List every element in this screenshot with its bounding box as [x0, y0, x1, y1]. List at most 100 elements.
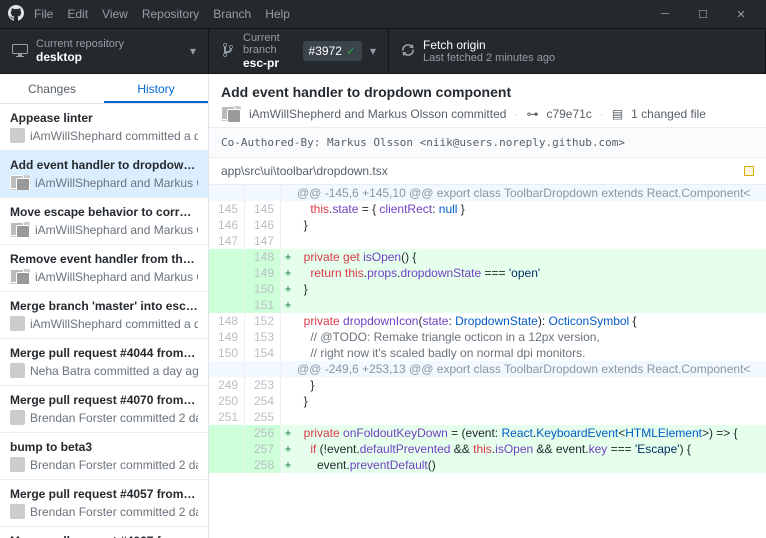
fetch-label: Fetch origin	[423, 38, 555, 52]
diff-line: 150+ }	[209, 281, 766, 297]
diff-line: @@ -145,6 +145,10 @@ export class Toolba…	[209, 185, 766, 201]
commit-item-meta: Brendan Forster committed 2 days ago	[10, 410, 198, 425]
diff-line: 148152 private dropdownIcon(state: Dropd…	[209, 313, 766, 329]
menu-edit[interactable]: Edit	[67, 7, 88, 21]
close-button[interactable]: ✕	[724, 8, 758, 21]
sync-icon	[401, 42, 415, 61]
diff-icon: ▤	[612, 107, 623, 121]
commit-item-meta: iAmWillShephard and Markus Olsson co…	[10, 175, 198, 190]
diff-line: 145145 this.state = { clientRect: null }	[209, 201, 766, 217]
pr-badge: #3972 ✓	[303, 41, 362, 61]
tab-changes[interactable]: Changes	[0, 74, 104, 103]
commit-item-title: bump to beta3	[10, 440, 198, 454]
commit-item-title: Merge pull request #4057 from desktop/…	[10, 487, 198, 501]
commit-item-meta: Brendan Forster committed 2 days ago	[10, 457, 198, 472]
commit-item[interactable]: Appease linter iAmWillShephard committed …	[0, 104, 208, 151]
maximize-button[interactable]: ☐	[686, 8, 720, 21]
commit-list[interactable]: Appease linter iAmWillShephard committed …	[0, 104, 208, 538]
avatar-icon	[10, 222, 30, 237]
file-row[interactable]: app\src\ui\toolbar\dropdown.tsx	[209, 158, 766, 185]
menu-repository[interactable]: Repository	[142, 7, 199, 21]
author-avatar-icon	[221, 106, 241, 121]
modified-icon	[744, 166, 754, 176]
commit-item-title: Merge pull request #4067 from desktop/…	[10, 534, 198, 538]
branch-label: Current branch	[243, 32, 295, 56]
computer-icon	[12, 42, 28, 61]
chevron-down-icon: ▾	[370, 44, 376, 58]
commit-item-title: Merge pull request #4070 from desktop/…	[10, 393, 198, 407]
commit-item[interactable]: bump to beta3 Brendan Forster committed 2…	[0, 433, 208, 480]
commit-detail: Add event handler to dropdown component …	[209, 74, 766, 538]
repo-selector[interactable]: Current repository desktop ▾	[0, 29, 209, 73]
branch-icon	[221, 42, 235, 61]
menu-bar: File Edit View Repository Branch Help	[34, 7, 290, 21]
avatar-icon	[10, 128, 25, 143]
github-logo-icon	[8, 5, 24, 24]
diff-line: 148+ private get isOpen() {	[209, 249, 766, 265]
commit-item[interactable]: Move escape behavior to correct compo… iA…	[0, 198, 208, 245]
tab-history[interactable]: History	[104, 74, 208, 103]
commit-item-meta: iAmWillShephard and Markus Olsson co…	[10, 269, 198, 284]
menu-branch[interactable]: Branch	[213, 7, 251, 21]
changed-files-count: 1 changed file	[631, 107, 706, 121]
commit-sha: c79e71c	[546, 107, 591, 121]
pr-number: #3972	[309, 44, 342, 58]
commit-byline: iAmWillShepherd and Markus Olsson commit…	[249, 107, 506, 121]
avatar-icon	[10, 316, 25, 331]
fetch-status: Last fetched 2 minutes ago	[423, 52, 555, 64]
avatar-icon	[10, 457, 25, 472]
repo-value: desktop	[36, 50, 124, 64]
diff-line: 251255	[209, 409, 766, 425]
commit-item[interactable]: Merge branch 'master' into esc-priAmWill…	[0, 292, 208, 339]
menu-view[interactable]: View	[102, 7, 128, 21]
commit-item-title: Remove event handler from the branches…	[10, 252, 198, 266]
diff-line: 256+ private onFoldoutKeyDown = (event: …	[209, 425, 766, 441]
commit-item-meta: iAmWillShephard and Markus Olsson co…	[10, 222, 198, 237]
sidebar-tabs: Changes History	[0, 74, 208, 104]
minimize-button[interactable]: ─	[648, 8, 682, 21]
diff-line: 150154 // right now it's scaled badly on…	[209, 345, 766, 361]
commit-item[interactable]: Remove event handler from the branches… i…	[0, 245, 208, 292]
commit-item-meta: Brendan Forster committed 2 days ago	[10, 504, 198, 519]
commit-item-title: Move escape behavior to correct compo…	[10, 205, 198, 219]
diff-viewer[interactable]: @@ -145,6 +145,10 @@ export class Toolba…	[209, 185, 766, 538]
commit-title: Add event handler to dropdown component	[221, 84, 754, 100]
commit-item-meta: iAmWillShephard committed a day ago	[10, 316, 198, 331]
chevron-down-icon: ▾	[190, 44, 196, 58]
branch-selector[interactable]: Current branch esc-pr #3972 ✓ ▾	[209, 29, 389, 73]
commit-item-meta: Neha Batra committed a day ago	[10, 363, 198, 378]
commit-item-title: Appease linter	[10, 111, 198, 125]
avatar-icon	[10, 363, 25, 378]
diff-line: 149153 // @TODO: Remake triangle octicon…	[209, 329, 766, 345]
commit-sha-icon: ⊶	[526, 107, 538, 121]
avatar-icon	[10, 504, 25, 519]
commit-body: Co-Authored-By: Markus Olsson <niik@user…	[209, 127, 766, 158]
titlebar: File Edit View Repository Branch Help ─ ☐ ✕	[0, 0, 766, 28]
diff-line: 249253 }	[209, 377, 766, 393]
commit-item[interactable]: Merge pull request #4057 from desktop/… B…	[0, 480, 208, 527]
avatar-icon	[10, 269, 30, 284]
diff-line: 258+ event.preventDefault()	[209, 457, 766, 473]
commit-item-title: Add event handler to dropdown compon…	[10, 158, 198, 172]
commit-item[interactable]: Merge pull request #4070 from desktop/… B…	[0, 386, 208, 433]
commit-item[interactable]: Merge pull request #4067 from desktop/…B…	[0, 527, 208, 538]
commit-item[interactable]: Merge pull request #4044 from desktop/…N…	[0, 339, 208, 386]
fetch-button[interactable]: Fetch origin Last fetched 2 minutes ago	[389, 29, 766, 73]
commit-meta: iAmWillShepherd and Markus Olsson commit…	[221, 106, 754, 121]
diff-line: 257+ if (!event.defaultPrevented && this…	[209, 441, 766, 457]
menu-file[interactable]: File	[34, 7, 53, 21]
commit-item-meta: iAmWillShephard committed a day ago	[10, 128, 198, 143]
toolbar: Current repository desktop ▾ Current bra…	[0, 28, 766, 74]
file-path: app\src\ui\toolbar\dropdown.tsx	[221, 164, 388, 178]
avatar-icon	[10, 175, 30, 190]
repo-label: Current repository	[36, 38, 124, 50]
commit-item[interactable]: Add event handler to dropdown compon… iAm…	[0, 151, 208, 198]
diff-line: 149+ return this.props.dropdownState ===…	[209, 265, 766, 281]
menu-help[interactable]: Help	[265, 7, 290, 21]
diff-line: 250254 }	[209, 393, 766, 409]
diff-line: 147147	[209, 233, 766, 249]
diff-line: 151+	[209, 297, 766, 313]
sidebar: Changes History Appease linter iAmWillShe…	[0, 74, 209, 538]
window-controls: ─ ☐ ✕	[648, 8, 758, 21]
diff-line: 146146 }	[209, 217, 766, 233]
